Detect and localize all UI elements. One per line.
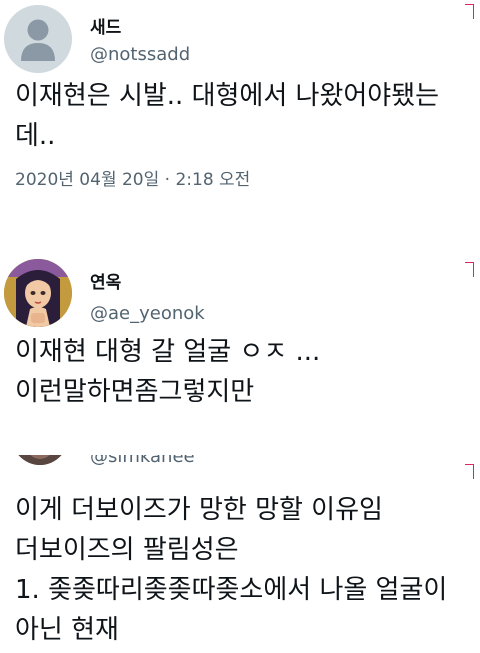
tweet-line: 아닌 현재 (15, 615, 119, 645)
default-profile-icon (21, 19, 55, 61)
tweet-3[interactable]: @simkahee 이게 더보이즈가 망한 망할 이유임 더보이즈의 팔림성은 … (0, 455, 480, 653)
tweet-line: 이재현은 시발.. 대형에서 나왔어야됐는 (15, 81, 440, 111)
display-name[interactable]: 새드 (90, 13, 121, 38)
tweet-line: 이게 더보이즈가 망한 망할 이유임 (15, 495, 383, 525)
user-handle[interactable]: @ae_yeonok (90, 303, 205, 324)
cropped-avatar[interactable] (12, 455, 68, 465)
cartoon-girl-avatar-icon (4, 259, 72, 327)
tweet-text: 이게 더보이즈가 망한 망할 이유임 더보이즈의 팔림성은 1. 좆좆따리좆좆따… (15, 490, 447, 650)
tweet-line: 이재현 대형 갈 얼굴 ㅇㅈ ... (15, 337, 321, 367)
tweet-line: 더보이즈의 팔림성은 (15, 535, 239, 565)
tweet-line: 데.. (15, 121, 56, 151)
display-name[interactable]: 연옥 (90, 268, 121, 293)
corner-mark-icon (465, 4, 474, 19)
tweet-2[interactable]: 연옥 @ae_yeonok 이재현 대형 갈 얼굴 ㅇㅈ ... 이런말하면좀그… (0, 248, 480, 433)
user-handle[interactable]: @simkahee (90, 455, 195, 467)
default-avatar[interactable] (4, 5, 72, 73)
tweet-1[interactable]: 새드 @notssadd 이재현은 시발.. 대형에서 나왔어야됐는 데.. 2… (0, 0, 480, 215)
tweet-text: 이재현 대형 갈 얼굴 ㅇㅈ ... 이런말하면좀그렇지만 (15, 332, 320, 412)
cartoon-avatar[interactable] (4, 259, 72, 327)
tweet-text: 이재현은 시발.. 대형에서 나왔어야됐는 데.. (15, 76, 439, 156)
tweet-line: 1. 좆좆따리좆좆따좆소에서 나올 얼굴이 (15, 575, 448, 605)
corner-mark-icon (465, 262, 474, 277)
user-handle[interactable]: @notssadd (90, 44, 190, 65)
photo-avatar-icon (12, 455, 68, 465)
timestamp[interactable]: 2020년 04월 20일 · 2:18 오전 (15, 165, 250, 190)
corner-mark-icon (465, 464, 474, 479)
tweet-line: 이런말하면좀그렇지만 (15, 377, 255, 407)
